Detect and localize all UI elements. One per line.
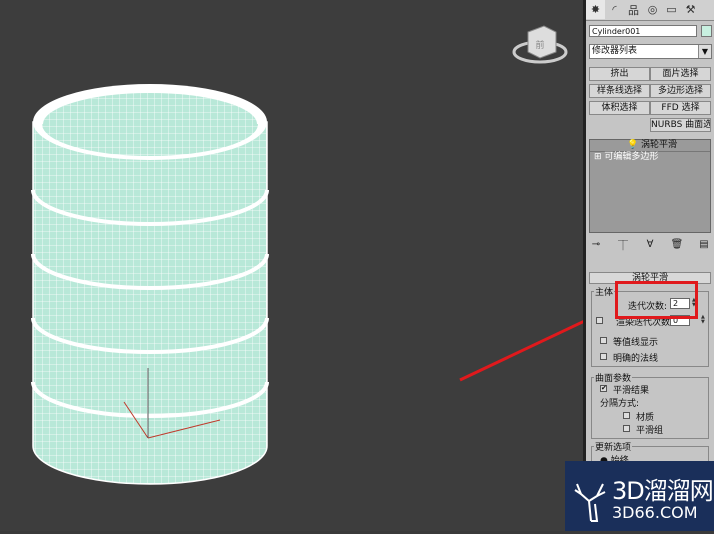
separate-by-label: 分隔方式: [600,399,640,409]
explicit-normals-label: 明确的法线 [613,354,659,364]
stack-item-label: 涡轮平滑 [641,140,678,150]
poly-select-button[interactable]: 多边形选择 [650,84,711,98]
deer-logo-icon [574,483,606,522]
stack-item-label: 可编辑多边形 [604,152,659,162]
smooth-result-label: 平滑结果 [613,386,650,396]
extrude-button[interactable]: 挤出 [589,67,650,81]
patch-select-button[interactable]: 面片选择 [650,67,711,81]
create-tab[interactable]: ✸ [586,0,605,19]
watermark-title: 3D溜溜网 [612,477,714,505]
chevron-down-icon: ▼ [698,45,711,58]
ffd-select-button[interactable]: FFD 选择 [650,101,711,115]
stack-item-turbosmooth[interactable]: 💡 涡轮平滑 [590,140,710,152]
smoothing-groups-label: 平滑组 [636,426,664,436]
hierarchy-icon: 品 [628,3,639,17]
sun-icon: ✸ [590,3,601,16]
materials-label: 材质 [636,413,655,423]
bulb-icon[interactable]: 💡 [627,140,638,150]
stack-toolbar: ⊸ ⏉ ∀ 🗑 ▤ [589,236,711,252]
motion-icon: ◎ [647,3,658,16]
cylinder-mesh: 前 [31,25,622,485]
expand-icon[interactable]: ⊞ [594,152,602,162]
remove-modifier-icon[interactable]: 🗑 [670,239,684,250]
modifier-stack: 💡 涡轮平滑 ⊞ 可编辑多边形 [589,139,711,233]
configure-sets-icon[interactable]: ▤ [697,239,711,250]
display-tab[interactable]: ▭ [662,0,681,19]
pin-stack-icon[interactable]: ⊸ [589,239,603,250]
utilities-icon: ⚒ [685,3,696,16]
display-icon: ▭ [666,3,677,16]
watermark-url: 3D66.COM [612,503,698,522]
svg-text:前: 前 [535,39,544,51]
command-tabs: ✸ ◜ 品 ◎ ▭ ⚒ [586,0,714,21]
watermark: 3D溜溜网 3D66.COM [565,461,714,531]
modify-tab[interactable]: ◜ [605,0,624,19]
highlight-box [615,281,698,319]
viewcube-icon[interactable]: 前 [512,25,568,64]
materials-checkbox[interactable] [623,412,630,419]
command-panel: ✸ ◜ 品 ◎ ▭ ⚒ Cylinder001 修改器列表 ▼ 挤出 面片选择 … [586,0,714,531]
main-group-label: 主体 [594,285,615,298]
update-group-label: 更新选项 [594,440,633,453]
viewport[interactable]: 前 [0,0,622,531]
isoline-checkbox[interactable] [600,337,607,344]
modifier-list-label: 修改器列表 [592,46,638,56]
motion-tab[interactable]: ◎ [643,0,662,19]
stack-item-editable-poly[interactable]: ⊞ 可编辑多边形 [590,152,710,163]
object-color-swatch[interactable] [701,25,712,37]
spline-select-button[interactable]: 样条线选择 [589,84,650,98]
hierarchy-tab[interactable]: 品 [624,0,643,19]
modifier-list-dropdown[interactable]: 修改器列表 ▼ [589,44,712,59]
make-unique-icon[interactable]: ∀ [643,239,657,250]
nurbs-select-button[interactable]: NURBS 曲面选择 [650,118,711,132]
object-name-input[interactable]: Cylinder001 [589,25,697,37]
annotation-arrow [459,306,613,382]
smoothing-groups-checkbox[interactable] [623,425,630,432]
modify-icon: ◜ [612,3,617,16]
utilities-tab[interactable]: ⚒ [681,0,700,19]
show-end-result-icon[interactable]: ⏉ [616,237,630,252]
volume-select-button[interactable]: 体积选择 [589,101,650,115]
explicit-normals-checkbox[interactable] [600,353,607,360]
smooth-result-checkbox[interactable]: ✔ [600,385,607,392]
render-iters-checkbox[interactable] [596,317,603,324]
render-iters-spinner-arrows[interactable]: ▲ ▼ [701,315,707,326]
isoline-label: 等值线显示 [613,338,659,348]
